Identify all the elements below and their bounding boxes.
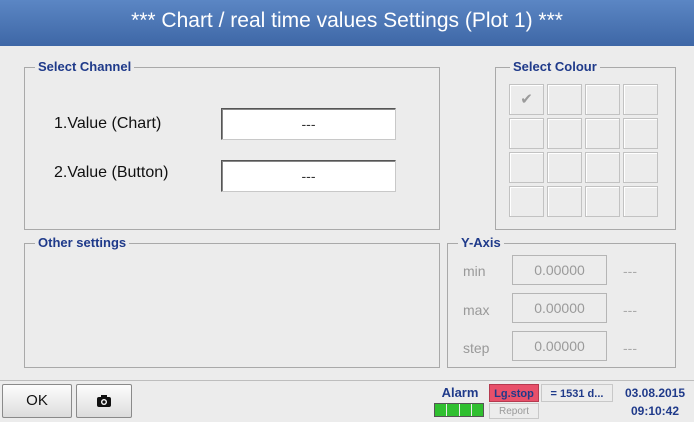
colour-swatch[interactable] [547,84,582,115]
y-max-label: max [463,302,490,318]
select-colour-legend: Select Colour [510,59,600,74]
y-min-label: min [463,263,486,279]
y-step-label: step [463,340,490,356]
y-min-input[interactable]: 0.00000 [512,255,607,285]
alarm-label[interactable]: Alarm [434,384,486,401]
select-colour-panel: Select Colour ✔ [495,59,676,230]
logger-stop-badge[interactable]: Lg.stop [489,384,539,402]
date-display: 03.08.2015 [624,386,686,400]
alarm-led [435,404,447,416]
colour-swatch[interactable] [547,186,582,217]
y-min-unit: --- [623,263,637,279]
other-settings-panel: Other settings [24,235,440,368]
select-channel-panel: Select Channel 1.Value (Chart) --- 2.Val… [24,59,440,230]
alarm-led [471,404,483,416]
colour-swatch[interactable] [585,152,620,183]
colour-swatch[interactable] [509,152,544,183]
colour-swatch[interactable] [547,118,582,149]
window-title: *** Chart / real time values Settings (P… [0,0,694,46]
y-axis-panel: Y-Axis min 0.00000 --- max 0.00000 --- s… [447,235,676,368]
colour-swatch[interactable] [623,84,658,115]
camera-icon [97,395,111,407]
y-step-input[interactable]: 0.00000 [512,331,607,361]
screenshot-button[interactable] [76,384,132,418]
ok-button[interactable]: OK [2,384,72,418]
colour-swatch[interactable] [509,186,544,217]
value2-label: 2.Value (Button) [54,164,169,181]
value1-field[interactable]: --- [221,108,396,140]
colour-swatch[interactable] [585,186,620,217]
colour-swatch-selected[interactable]: ✔ [509,84,544,115]
days-remaining: = 1531 d... [541,384,613,402]
y-step-unit: --- [623,340,637,356]
value1-label: 1.Value (Chart) [54,115,162,132]
bottom-bar: OK Alarm Lg.stop Report = 1531 d... 03.0… [0,380,694,422]
y-axis-legend: Y-Axis [458,235,504,250]
y-max-unit: --- [623,302,637,318]
colour-swatch[interactable] [547,152,582,183]
colour-swatch[interactable] [623,186,658,217]
colour-swatch[interactable] [623,118,658,149]
other-settings-legend: Other settings [35,235,130,250]
y-max-input[interactable]: 0.00000 [512,293,607,323]
value2-field[interactable]: --- [221,160,396,192]
colour-swatch[interactable] [585,84,620,115]
select-channel-legend: Select Channel [35,59,135,74]
colour-swatch[interactable] [585,118,620,149]
alarm-led [459,404,471,416]
report-label[interactable]: Report [489,403,539,419]
colour-swatch[interactable] [623,152,658,183]
alarm-indicator [434,403,484,417]
alarm-led [447,404,459,416]
time-display: 09:10:42 [630,404,680,418]
colour-swatch[interactable] [509,118,544,149]
